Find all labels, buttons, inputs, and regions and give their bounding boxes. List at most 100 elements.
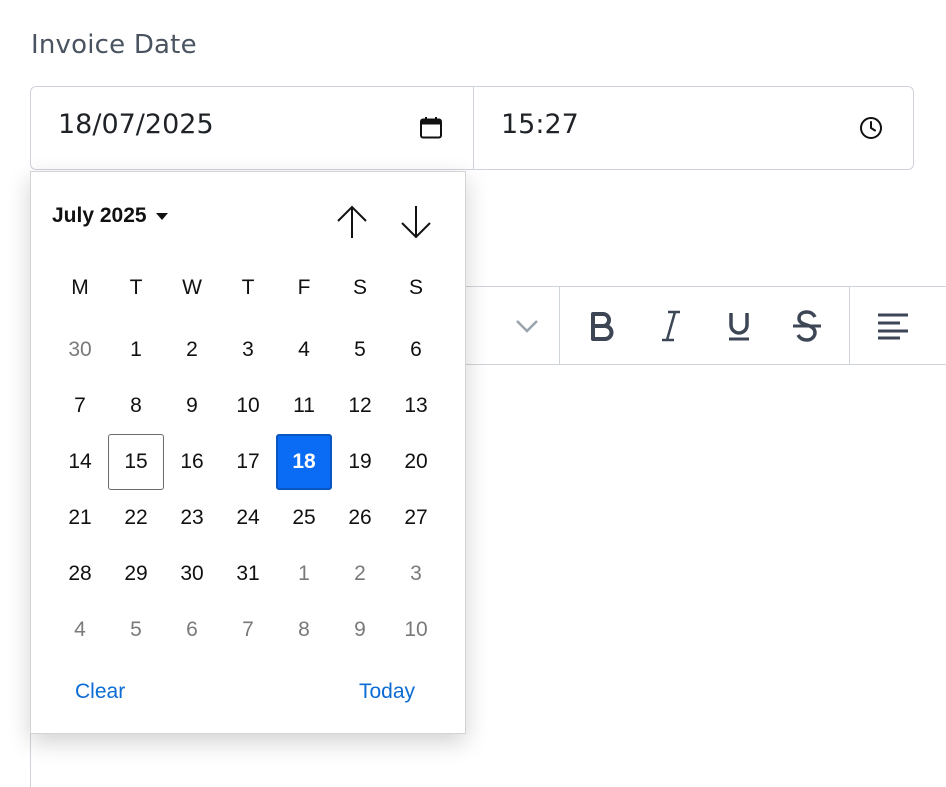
day-number: 2 <box>354 562 366 585</box>
calendar-day[interactable]: 9 <box>164 378 220 434</box>
day-number: 1 <box>130 338 142 361</box>
calendar-day[interactable]: 6 <box>164 602 220 658</box>
day-number: 1 <box>298 562 310 585</box>
day-number: 5 <box>130 618 142 641</box>
calendar-day[interactable]: 3 <box>388 546 444 602</box>
calendar-day[interactable]: 4 <box>52 602 108 658</box>
weekday-label: W <box>182 276 202 299</box>
calendar-day[interactable]: 21 <box>52 490 108 546</box>
date-value[interactable]: 18/07/2025 <box>58 109 214 140</box>
month-year-label: July 2025 <box>52 204 147 227</box>
calendar-header: July 2025 <box>31 172 465 267</box>
calendar-day[interactable]: 27 <box>388 490 444 546</box>
calendar-day[interactable]: 8 <box>276 602 332 658</box>
calendar-day[interactable]: 17 <box>220 434 276 490</box>
date-picker-popup: July 2025 M T W T F S S 30 1 2 3 4 5 6 7 8 9 10 11 1… <box>30 171 466 734</box>
day-number: 13 <box>404 394 428 417</box>
align-left-icon[interactable] <box>871 304 915 348</box>
calendar-day[interactable]: 7 <box>220 602 276 658</box>
calendar-day[interactable]: 26 <box>332 490 388 546</box>
weekday-header: M T W T F S S <box>52 276 444 306</box>
calendar-day[interactable]: 31 <box>220 546 276 602</box>
next-month-button[interactable] <box>396 202 436 242</box>
calendar-day[interactable]: 8 <box>108 378 164 434</box>
calendar-day[interactable]: 5 <box>332 322 388 378</box>
previous-month-button[interactable] <box>332 202 372 242</box>
clock-icon[interactable] <box>859 116 883 140</box>
day-number: 17 <box>236 450 260 473</box>
calendar-day[interactable]: 1 <box>276 546 332 602</box>
day-number: 6 <box>410 338 422 361</box>
caret-down-icon <box>155 213 168 220</box>
time-input[interactable]: 15:27 <box>474 87 913 169</box>
calendar-week: 14 15 16 17 18 19 20 <box>52 434 444 490</box>
calendar-day[interactable]: 23 <box>164 490 220 546</box>
bold-icon[interactable] <box>580 304 624 348</box>
weekday-label: F <box>297 276 311 299</box>
calendar-day[interactable]: 29 <box>108 546 164 602</box>
calendar-day[interactable]: 3 <box>220 322 276 378</box>
calendar-day[interactable]: 9 <box>332 602 388 658</box>
day-number: 7 <box>74 394 86 417</box>
calendar-week: 28 29 30 31 1 2 3 <box>52 546 444 602</box>
day-number: 12 <box>348 394 372 417</box>
day-number: 26 <box>348 506 372 529</box>
calendar-day[interactable]: 12 <box>332 378 388 434</box>
calendar-day[interactable]: 20 <box>388 434 444 490</box>
today-button[interactable]: Today <box>359 680 415 704</box>
calendar-day[interactable]: 19 <box>332 434 388 490</box>
day-number: 3 <box>242 338 254 361</box>
calendar-day[interactable]: 25 <box>276 490 332 546</box>
day-number: 14 <box>68 450 92 473</box>
day-number: 8 <box>298 618 310 641</box>
month-year-selector[interactable]: July 2025 <box>52 204 169 228</box>
calendar-day[interactable]: 7 <box>52 378 108 434</box>
strikethrough-icon[interactable] <box>785 304 829 348</box>
day-number: 10 <box>236 394 260 417</box>
day-number: 11 <box>293 394 315 417</box>
day-number: 24 <box>236 506 260 529</box>
calendar-day[interactable]: 10 <box>220 378 276 434</box>
clear-button[interactable]: Clear <box>75 680 125 704</box>
calendar-icon[interactable] <box>419 116 443 140</box>
calendar-footer: Clear Today <box>31 670 465 720</box>
arrow-down-icon <box>401 206 431 239</box>
chevron-down-icon[interactable] <box>505 304 549 348</box>
weekday-label: S <box>408 276 423 299</box>
day-number: 9 <box>354 618 366 641</box>
today-day[interactable]: 15 <box>108 434 164 490</box>
calendar-day[interactable]: 2 <box>332 546 388 602</box>
day-number: 28 <box>68 562 92 585</box>
calendar-week: 4 5 6 7 8 9 10 <box>52 602 444 658</box>
weekday-label: M <box>71 276 89 299</box>
calendar-day[interactable]: 5 <box>108 602 164 658</box>
calendar-week: 30 1 2 3 4 5 6 <box>52 322 444 378</box>
day-number: 3 <box>410 562 422 585</box>
calendar-day[interactable]: 4 <box>276 322 332 378</box>
calendar-day[interactable]: 28 <box>52 546 108 602</box>
day-number: 20 <box>404 450 428 473</box>
calendar-day[interactable]: 16 <box>164 434 220 490</box>
calendar-day[interactable]: 1 <box>108 322 164 378</box>
calendar-day[interactable]: 2 <box>164 322 220 378</box>
date-input[interactable]: 18/07/2025 <box>31 87 474 169</box>
calendar-day[interactable]: 30 <box>52 322 108 378</box>
italic-icon[interactable] <box>649 304 693 348</box>
day-number: 5 <box>354 338 366 361</box>
selected-day[interactable]: 18 <box>276 434 332 490</box>
day-number: 6 <box>186 618 198 641</box>
calendar-day[interactable]: 30 <box>164 546 220 602</box>
day-number: 31 <box>236 562 260 585</box>
time-value[interactable]: 15:27 <box>501 109 579 140</box>
calendar-day[interactable]: 6 <box>388 322 444 378</box>
day-number: 29 <box>124 562 148 585</box>
calendar-day[interactable]: 11 <box>276 378 332 434</box>
calendar-day[interactable]: 24 <box>220 490 276 546</box>
calendar-day[interactable]: 13 <box>388 378 444 434</box>
day-number: 15 <box>108 434 164 490</box>
underline-icon[interactable] <box>717 304 761 348</box>
calendar-day[interactable]: 10 <box>388 602 444 658</box>
calendar-day[interactable]: 14 <box>52 434 108 490</box>
calendar-day[interactable]: 22 <box>108 490 164 546</box>
calendar-week: 7 8 9 10 11 12 13 <box>52 378 444 434</box>
